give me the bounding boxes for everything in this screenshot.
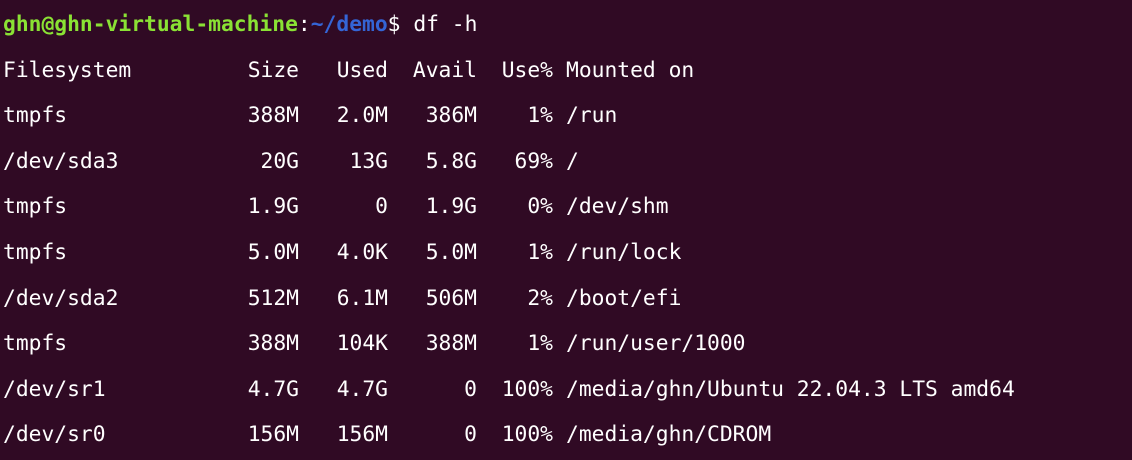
header-filesystem: Filesystem [3, 57, 132, 83]
table-row: /dev/sda2 512M 6.1M 506M 2% /boot/efi [3, 276, 1132, 322]
cell-avail: 0 [464, 422, 477, 448]
cell-use-percent: 69% [514, 148, 553, 174]
cell-used: 4.7G [336, 376, 388, 402]
cell-mounted-on: /boot/efi [566, 285, 682, 311]
cell-avail: 5.0M [425, 239, 477, 265]
cell-mounted-on: /media/ghn/Ubuntu 22.04.3 LTS amd64 [566, 376, 1015, 402]
cell-size: 20G [260, 148, 299, 174]
cell-filesystem: /dev/sda2 [3, 285, 119, 311]
prompt-user-host: ghn@ghn-virtual-machine [3, 12, 298, 37]
cell-avail: 506M [425, 285, 477, 311]
cell-mounted-on: /run/lock [566, 239, 682, 265]
cell-used: 0 [375, 194, 388, 220]
cell-size: 512M [247, 285, 299, 311]
cell-used: 2.0M [336, 103, 388, 129]
prompt-dollar: $ [387, 12, 401, 37]
cell-used: 104K [336, 331, 388, 357]
cell-use-percent: 0% [527, 194, 553, 220]
cell-avail: 1.9G [425, 194, 477, 220]
cell-avail: 5.8G [425, 148, 477, 174]
prompt-path: ~/demo [310, 12, 388, 37]
cell-used: 4.0K [336, 239, 388, 265]
table-row: /dev/sda3 20G 13G 5.8G 69% / [3, 139, 1132, 185]
cell-used: 13G [349, 148, 388, 174]
table-row: tmpfs 388M 2.0M 386M 1% /run [3, 93, 1132, 139]
cell-use-percent: 1% [527, 331, 553, 357]
header-used: Used [336, 57, 388, 83]
cell-size: 388M [247, 331, 299, 357]
cell-filesystem: tmpfs [3, 331, 68, 357]
table-row: /dev/sr0 156M 156M 0 100% /media/ghn/CDROM [3, 412, 1132, 458]
table-row: tmpfs 1.9G 0 1.9G 0% /dev/shm [3, 184, 1132, 230]
cell-mounted-on: / [566, 148, 579, 174]
cell-filesystem: /dev/sr0 [3, 422, 106, 448]
cell-use-percent: 1% [527, 103, 553, 129]
cell-use-percent: 100% [501, 422, 553, 448]
terminal-window[interactable]: ghn@ghn-virtual-machine:~/demo$ df -h Fi… [0, 0, 1132, 460]
header-use-percent: Use% [501, 57, 553, 83]
cell-avail: 388M [425, 331, 477, 357]
prompt-line: ghn@ghn-virtual-machine:~/demo$ df -h [3, 2, 1132, 48]
cell-size: 5.0M [247, 239, 299, 265]
cell-mounted-on: /run [566, 103, 618, 129]
cell-used: 6.1M [336, 285, 388, 311]
table-row: tmpfs 5.0M 4.0K 5.0M 1% /run/lock [3, 230, 1132, 276]
table-row: tmpfs 388M 104K 388M 1% /run/user/1000 [3, 321, 1132, 367]
cell-use-percent: 100% [501, 376, 553, 402]
cell-used: 156M [336, 422, 388, 448]
header-avail: Avail [412, 57, 477, 83]
cell-size: 388M [247, 103, 299, 129]
cell-size: 156M [247, 422, 299, 448]
table-header-row: Filesystem Size Used Avail Use% Mounted … [3, 48, 1132, 94]
cell-filesystem: tmpfs [3, 239, 68, 265]
cell-avail: 0 [464, 376, 477, 402]
cell-filesystem: /dev/sr1 [3, 376, 106, 402]
table-row: /dev/sr1 4.7G 4.7G 0 100% /media/ghn/Ubuntu 2… [3, 367, 1132, 413]
command-text: df -h [400, 12, 478, 37]
cell-size: 4.7G [247, 376, 299, 402]
cell-filesystem: tmpfs [3, 103, 68, 129]
prompt-colon: : [297, 12, 311, 37]
cell-avail: 386M [425, 103, 477, 129]
cell-mounted-on: /media/ghn/CDROM [566, 422, 772, 448]
cell-size: 1.9G [247, 194, 299, 220]
table-body: tmpfs 388M 2.0M 386M 1% /run/dev/sda3 20G 13G 5.… [3, 93, 1132, 458]
cell-use-percent: 2% [527, 285, 553, 311]
header-mounted-on: Mounted on [566, 57, 695, 83]
cell-mounted-on: /dev/shm [566, 194, 669, 220]
cell-use-percent: 1% [527, 239, 553, 265]
header-size: Size [247, 57, 299, 83]
cell-filesystem: tmpfs [3, 194, 68, 220]
cell-filesystem: /dev/sda3 [3, 148, 119, 174]
cell-mounted-on: /run/user/1000 [566, 331, 746, 357]
